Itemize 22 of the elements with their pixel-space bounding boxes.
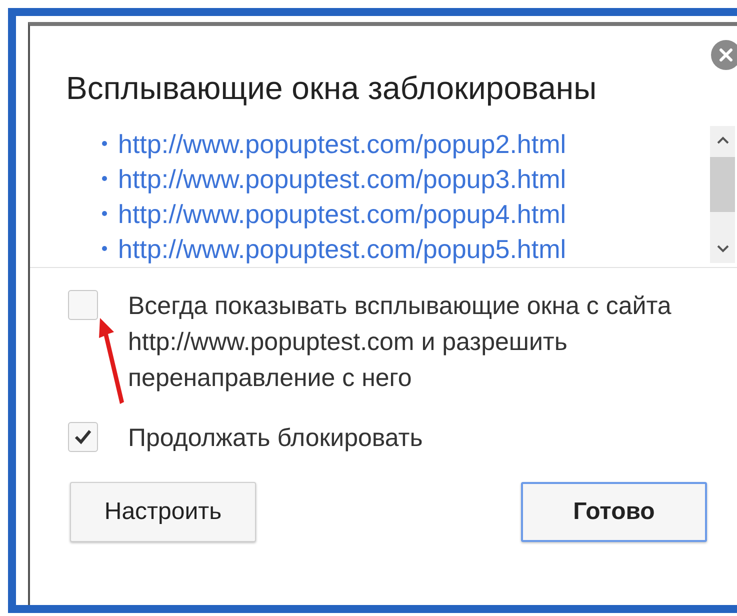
dialog-button[interactable]: Настроить: [70, 482, 256, 542]
popup-link[interactable]: http://www.popuptest.com/popup3.html: [118, 164, 566, 194]
popup-link[interactable]: http://www.popuptest.com/popup5.html: [118, 234, 566, 264]
popup-link[interactable]: http://www.popuptest.com/popup2.html: [118, 128, 566, 158]
checkbox[interactable]: [68, 422, 98, 452]
scroll-up-icon[interactable]: [716, 136, 728, 144]
popup-link[interactable]: http://www.popuptest.com/popup4.html: [118, 198, 566, 228]
close-button[interactable]: [711, 40, 737, 70]
checkbox-label: Продолжать блокировать: [128, 423, 424, 454]
bullet-icon: [102, 176, 107, 181]
scrollbar[interactable]: [710, 126, 735, 263]
dialog-button[interactable]: Готово: [521, 482, 707, 542]
dialog-title: Всплывающие окна заблокированы: [66, 70, 597, 106]
bullet-icon: [102, 141, 107, 146]
checkbox[interactable]: [68, 290, 98, 320]
bullet-icon: [102, 246, 107, 251]
scrollbar-thumb[interactable]: [710, 157, 735, 212]
scroll-down-icon[interactable]: [716, 245, 728, 253]
bullet-icon: [102, 211, 107, 216]
checkbox-label: Всегда показывать всплывающие окна с сайта http://www.popuptest.com и разрешить перенаправление с него: [128, 291, 672, 394]
checkmark-icon: [74, 429, 92, 445]
close-icon: [719, 48, 733, 62]
